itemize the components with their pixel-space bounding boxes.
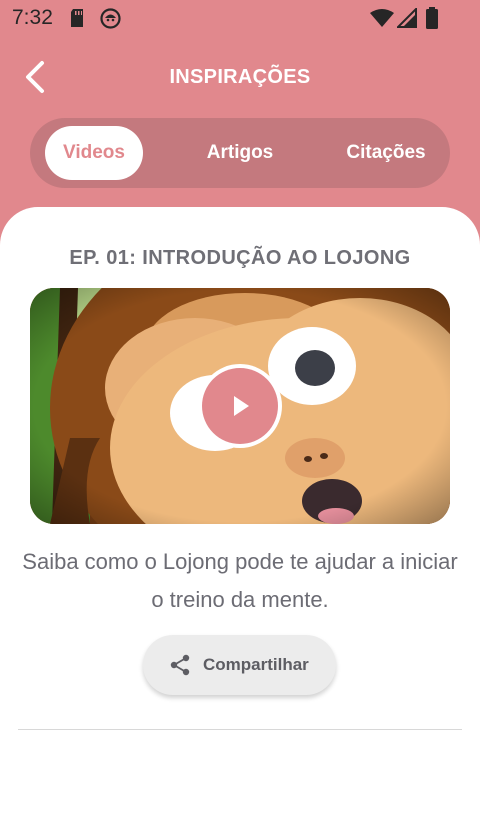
status-face-icon: [100, 8, 121, 34]
tab-citacoes[interactable]: Citações: [328, 126, 444, 180]
sd-card-icon: [69, 8, 85, 33]
signal-icon: [395, 6, 417, 33]
page-title: INSPIRAÇÕES: [169, 66, 311, 88]
content-card: EP. 01: INTRODUÇÃO AO LOJONG Saiba como …: [0, 207, 480, 827]
share-label: Compartilhar: [203, 655, 309, 674]
battery-icon: [425, 7, 439, 34]
video-player[interactable]: [30, 288, 450, 524]
status-bar: 7:32: [0, 0, 480, 36]
tab-artigos[interactable]: Artigos: [190, 126, 290, 180]
share-icon: [170, 654, 190, 676]
tab-videos[interactable]: Videos: [45, 126, 143, 180]
tab-bar: Videos Artigos Citações: [30, 118, 450, 188]
share-button[interactable]: Compartilhar: [143, 635, 336, 695]
play-icon[interactable]: [194, 360, 286, 452]
divider: [18, 729, 462, 730]
episode-description: Saiba como o Lojong pode te ajudar a ini…: [22, 549, 458, 612]
episode-title: EP. 01: INTRODUÇÃO AO LOJONG: [69, 247, 411, 269]
wifi-icon: [370, 9, 394, 32]
app-header: INSPIRAÇÕES: [0, 44, 480, 108]
status-time: 7:32: [12, 6, 53, 29]
